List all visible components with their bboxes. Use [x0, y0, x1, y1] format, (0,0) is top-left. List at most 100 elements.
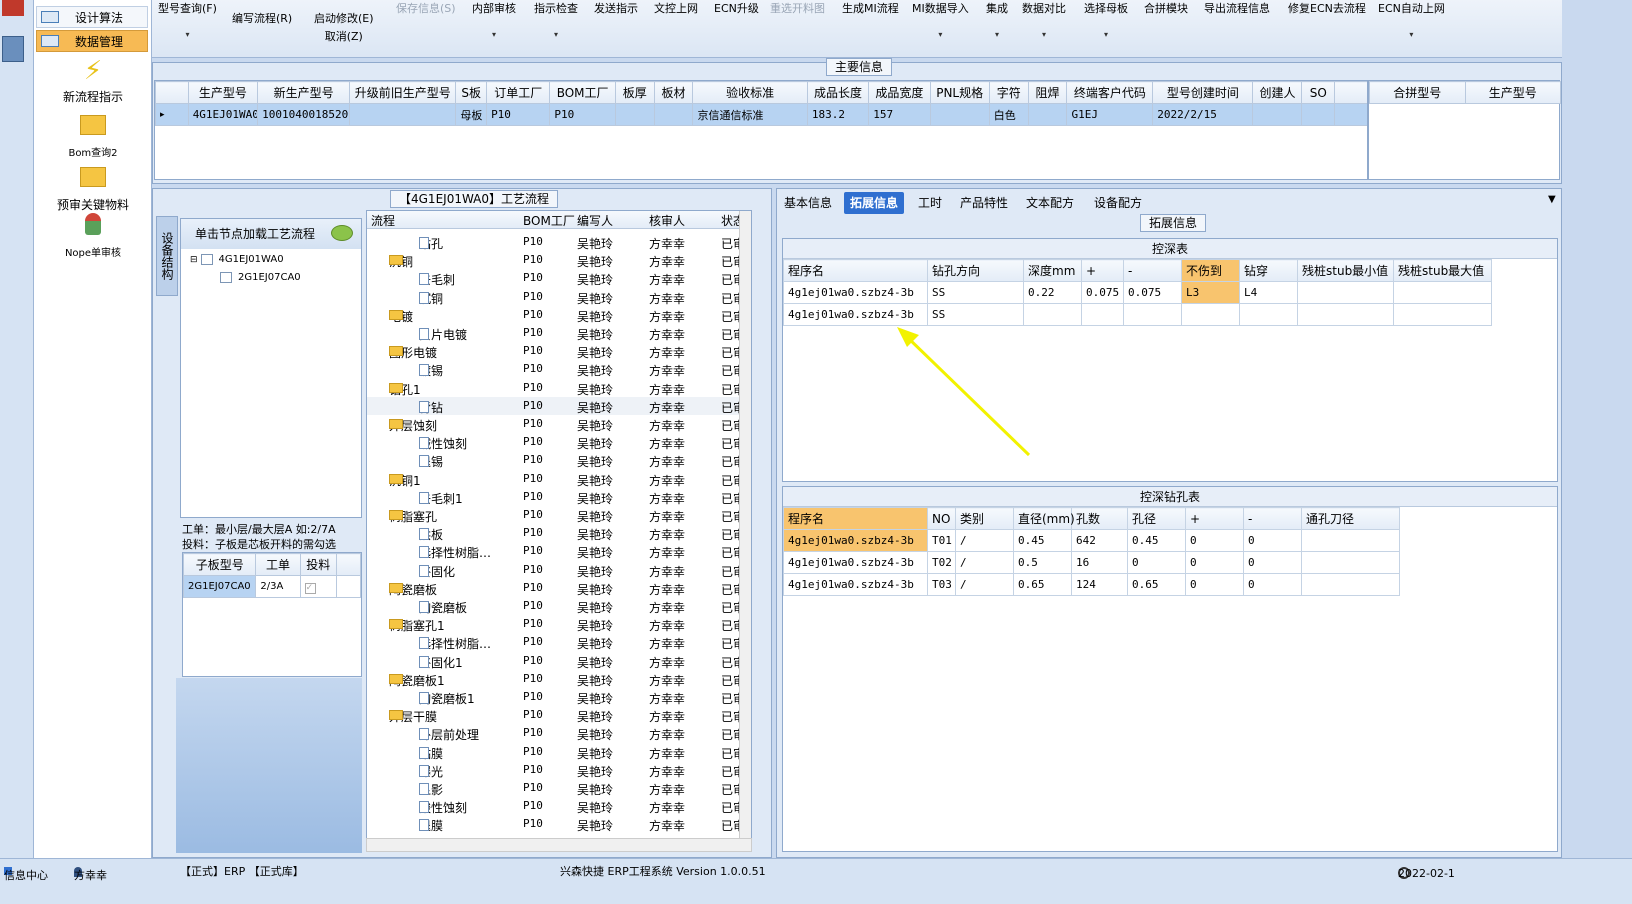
- main-info-cell[interactable]: [349, 103, 457, 126]
- column-header[interactable]: 残桩stub最小值: [1297, 259, 1394, 282]
- sub-board-cell[interactable]: 2G1EJ07CA0: [182, 575, 257, 598]
- flow-row[interactable]: ⊟钻孔1P10吴艳玲方幸幸已审核: [367, 379, 751, 397]
- app-icon[interactable]: [2, 0, 24, 16]
- flow-row[interactable]: 选择性树脂…P10吴艳玲方幸幸已审核: [367, 633, 751, 651]
- toolbar-button[interactable]: 指示检查 ▾: [534, 0, 578, 39]
- flow-row[interactable]: 陶瓷磨板P10吴艳玲方幸幸已审核: [367, 597, 751, 615]
- table-cell[interactable]: L4: [1239, 281, 1298, 304]
- table-cell[interactable]: [1297, 281, 1394, 304]
- nav-item-data[interactable]: 数据管理: [36, 30, 148, 52]
- flow-row[interactable]: 烘板P10吴艳玲方幸幸已审核: [367, 524, 751, 542]
- table-row[interactable]: 4g1ej01wa0.szbz4-3b SS 0.22 0.075 0.075 L3 L4: [783, 281, 1492, 304]
- tab-device-recipe[interactable]: 设备配方: [1088, 192, 1148, 214]
- toolbar-button[interactable]: MI数据导入 ▾: [912, 0, 969, 39]
- flow-row[interactable]: 贴膜P10吴艳玲方幸幸已审核: [367, 743, 751, 761]
- flow-row[interactable]: ⊟沉铜1P10吴艳玲方幸幸已审核: [367, 470, 751, 488]
- table-cell[interactable]: 0: [1243, 551, 1302, 574]
- main-info-cell[interactable]: [614, 103, 655, 126]
- flow-row[interactable]: 钻孔P10吴艳玲方幸幸已审核: [367, 233, 751, 251]
- toolbar-button[interactable]: 修复ECN去流程: [1288, 0, 1366, 16]
- tab-hours[interactable]: 工时: [912, 192, 948, 214]
- main-info-cell[interactable]: 京信通信标准: [692, 103, 808, 126]
- tree-node[interactable]: ⊟ 4G1EJ01WA0: [190, 254, 284, 265]
- column-header[interactable]: BOM工厂: [549, 81, 616, 104]
- table-cell[interactable]: 0: [1127, 551, 1186, 574]
- flow-row[interactable]: 退膜P10吴艳玲方幸幸已审核: [367, 815, 751, 833]
- table-cell[interactable]: 0.65: [1013, 573, 1072, 596]
- column-header[interactable]: NO: [927, 507, 956, 530]
- table-cell[interactable]: T01: [927, 529, 956, 552]
- table-cell[interactable]: [1301, 551, 1400, 574]
- main-info-cell[interactable]: 母板: [455, 103, 488, 126]
- main-info-cell[interactable]: P10: [486, 103, 551, 126]
- prereview-material-button[interactable]: 预审关键物料: [36, 164, 150, 213]
- chat-bubble-icon[interactable]: [331, 225, 353, 241]
- flow-row[interactable]: ⊟陶瓷磨板P10吴艳玲方幸幸已审核: [367, 579, 751, 597]
- table-cell[interactable]: [1301, 529, 1400, 552]
- column-header[interactable]: 创建人: [1252, 81, 1303, 104]
- table-cell[interactable]: 0: [1185, 551, 1244, 574]
- toolbar-button[interactable]: 合拼模块: [1144, 0, 1188, 16]
- flow-row[interactable]: 沉铜P10吴艳玲方幸幸已审核: [367, 288, 751, 306]
- flow-horizontal-scrollbar[interactable]: [366, 838, 752, 852]
- table-cell[interactable]: T03: [927, 573, 956, 596]
- flow-row[interactable]: 负片电镀P10吴艳玲方幸幸已审核: [367, 324, 751, 342]
- tree-node[interactable]: 2G1EJ07CA0: [220, 272, 301, 283]
- column-header[interactable]: BOM工厂: [523, 212, 575, 229]
- tab-features[interactable]: 产品特性: [954, 192, 1014, 214]
- flow-row[interactable]: ⊟外层干膜P10吴艳玲方幸幸已审核: [367, 706, 751, 724]
- flow-row[interactable]: 终固化1P10吴艳玲方幸幸已审核: [367, 652, 751, 670]
- tab-dropdown-icon[interactable]: ▼: [1548, 194, 1556, 205]
- flow-row[interactable]: 终固化P10吴艳玲方幸幸已审核: [367, 561, 751, 579]
- column-header[interactable]: 字符: [988, 81, 1029, 104]
- table-cell[interactable]: /: [955, 529, 1014, 552]
- table-cell[interactable]: [1181, 303, 1240, 326]
- main-info-cell[interactable]: [653, 103, 694, 126]
- flow-row[interactable]: 镀锡P10吴艳玲方幸幸已审核: [367, 360, 751, 378]
- table-row[interactable]: 4g1ej01wa0.szbz4-3b T02/0.5 16 0 0 0: [783, 551, 1400, 574]
- column-header[interactable]: +: [1081, 259, 1124, 282]
- table-cell[interactable]: [1239, 303, 1298, 326]
- column-header[interactable]: 深度mm: [1023, 259, 1082, 282]
- column-header[interactable]: 直径(mm): [1013, 507, 1075, 530]
- table-cell[interactable]: T02: [927, 551, 956, 574]
- new-flow-button[interactable]: ⚡ 新流程指示: [36, 56, 150, 105]
- main-info-cell[interactable]: 4G1EJ01WA0: [187, 103, 259, 126]
- flow-row[interactable]: ⊟图形电镀P10吴艳玲方幸幸已审核: [367, 342, 751, 360]
- toolbar-button[interactable]: 数据对比 ▾: [1022, 0, 1066, 39]
- toolbar-button[interactable]: 型号查询(F) ▾: [158, 0, 217, 39]
- toolbar-button[interactable]: 发送指示: [594, 0, 638, 16]
- column-header[interactable]: 工单: [255, 553, 301, 576]
- table-cell[interactable]: [1301, 573, 1400, 596]
- toolbar-button[interactable]: 生成MI流程: [842, 0, 899, 16]
- column-header[interactable]: 不伤到: [1181, 259, 1240, 282]
- column-header[interactable]: 终端客户代码: [1066, 81, 1154, 104]
- main-info-cell[interactable]: [929, 103, 990, 126]
- table-cell[interactable]: 0.65: [1127, 573, 1186, 596]
- column-header[interactable]: 投料: [299, 553, 337, 576]
- flow-row[interactable]: 曝光P10吴艳玲方幸幸已审核: [367, 761, 751, 779]
- table-cell[interactable]: 0.5: [1013, 551, 1072, 574]
- flow-row[interactable]: ⊟沉铜P10吴艳玲方幸幸已审核: [367, 251, 751, 269]
- column-header[interactable]: 子板型号: [182, 553, 257, 576]
- table-cell[interactable]: 0.075: [1081, 281, 1124, 304]
- table-cell[interactable]: /: [955, 573, 1014, 596]
- toolbar-button[interactable]: 启动修改(E) 取消(Z): [314, 0, 374, 44]
- table-cell[interactable]: 4g1ej01wa0.szbz4-3b: [783, 529, 928, 552]
- main-info-cell[interactable]: G1EJ: [1066, 103, 1154, 126]
- flow-row[interactable]: 陶瓷磨板1P10吴艳玲方幸幸已审核: [367, 688, 751, 706]
- table-cell[interactable]: L3: [1181, 281, 1240, 304]
- nope-review-button[interactable]: Nope单审核: [36, 212, 150, 259]
- flow-row[interactable]: 去毛刺P10吴艳玲方幸幸已审核: [367, 269, 751, 287]
- flow-row[interactable]: 去毛刺1P10吴艳玲方幸幸已审核: [367, 488, 751, 506]
- row-indicator[interactable]: ▸: [155, 103, 189, 126]
- column-header[interactable]: 验收标准: [692, 81, 808, 104]
- column-header[interactable]: 流程: [371, 212, 395, 229]
- column-header[interactable]: 板厚: [614, 81, 655, 104]
- flow-row[interactable]: 选择性树脂…P10吴艳玲方幸幸已审核: [367, 542, 751, 560]
- main-info-cell[interactable]: 10010400185200: [257, 103, 351, 126]
- toolbar-button[interactable]: 选择母板 ▾: [1084, 0, 1128, 39]
- main-info-cell[interactable]: 白色: [988, 103, 1029, 126]
- column-header[interactable]: 类别: [955, 507, 1014, 530]
- column-header[interactable]: 生产型号: [1464, 81, 1561, 104]
